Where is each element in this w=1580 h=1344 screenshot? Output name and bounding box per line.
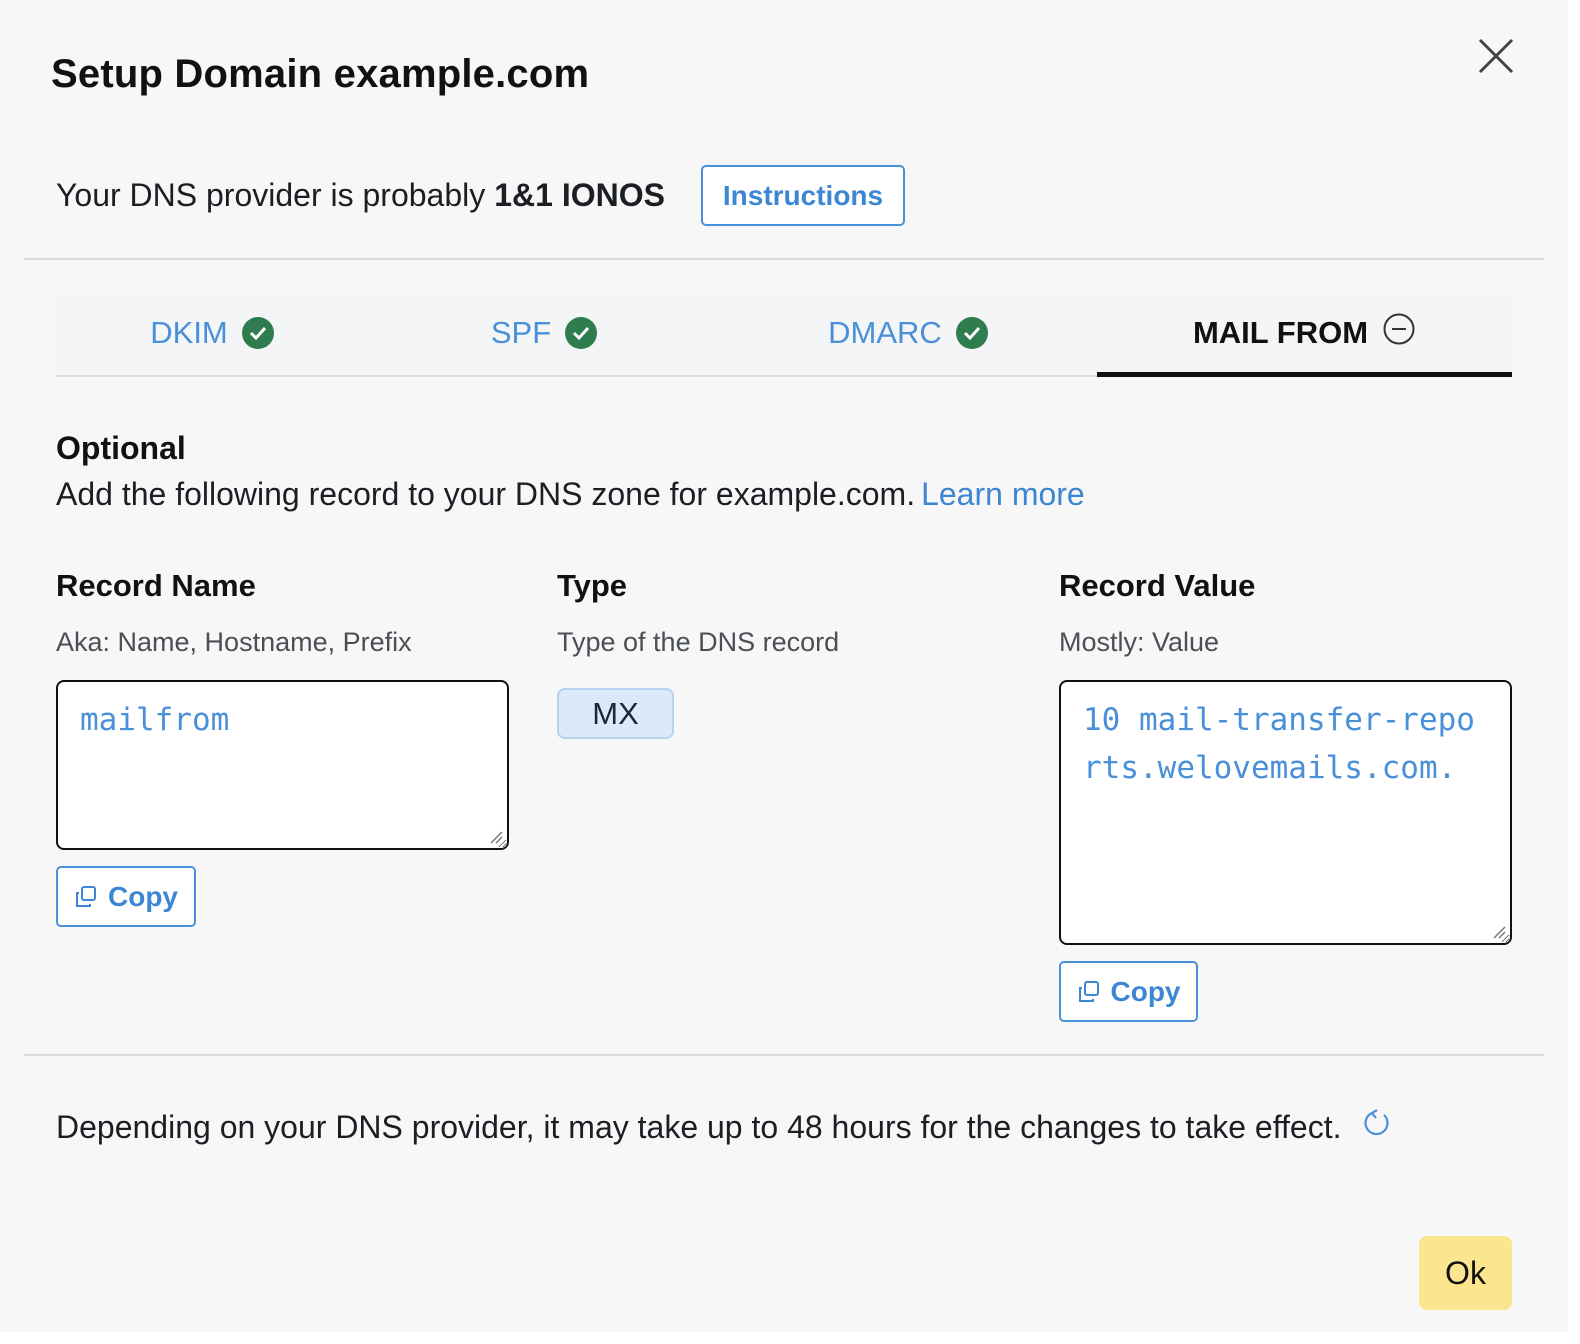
copy-record-value-button[interactable]: Copy [1059,961,1198,1022]
record-tabs: DKIM SPF DMARC MAIL FROM [56,290,1512,377]
check-circle-icon [955,316,988,349]
tab-label: DMARC [828,314,942,350]
learn-more-link[interactable]: Learn more [921,476,1085,512]
tab-label: MAIL FROM [1192,314,1369,350]
tab-mail-from[interactable]: MAIL FROM [1097,290,1512,377]
provider-prefix: Your DNS provider is probably [56,177,486,213]
section-description: Add the following record to your DNS zon… [56,476,1085,513]
record-name-value: mailfrom [80,702,230,738]
check-circle-icon [241,316,274,349]
provider-name: 1&1 IONOS [494,177,665,213]
type-subtext: Type of the DNS record [557,627,840,657]
divider [24,1054,1544,1056]
dns-provider-line: Your DNS provider is probably 1&1 IONOS [56,165,665,226]
divider [24,258,1544,260]
record-name-heading: Record Name [56,568,256,603]
copy-icon [76,885,96,907]
refresh-icon[interactable] [1362,1108,1392,1146]
minus-circle-icon [1382,312,1416,354]
tab-label: DKIM [150,314,228,350]
close-icon[interactable] [1474,34,1518,78]
type-heading: Type [557,568,628,603]
record-value-heading: Record Value [1059,568,1256,603]
copy-icon [1078,980,1099,1002]
propagation-note: Depending on your DNS provider, it may t… [56,1108,1392,1146]
tab-dkim[interactable]: DKIM [56,290,368,375]
copy-label: Copy [1110,975,1181,1007]
dialog-title: Setup Domain example.com [51,52,590,96]
resize-grip-icon[interactable] [489,830,503,844]
description-text: Add the following record to your DNS zon… [56,476,916,512]
propagation-text: Depending on your DNS provider, it may t… [56,1108,1342,1145]
record-type-badge: MX [557,688,674,739]
tab-spf[interactable]: SPF [368,290,720,375]
ok-button[interactable]: Ok [1419,1236,1512,1310]
instructions-button[interactable]: Instructions [701,165,905,226]
tab-dmarc[interactable]: DMARC [720,290,1096,375]
record-name-subtext: Aka: Name, Hostname, Prefix [56,627,412,657]
setup-domain-dialog: Setup Domain example.com Your DNS provid… [0,0,1568,1332]
section-heading: Optional [56,430,186,466]
tab-label: SPF [490,314,552,350]
copy-label: Copy [108,880,178,912]
copy-record-name-button[interactable]: Copy [56,866,196,927]
record-value-field[interactable]: 10 mail-transfer-reports.welovemails.com… [1059,680,1512,945]
record-value-text: 10 mail-transfer-reports.welovemails.com… [1083,702,1475,786]
record-value-subtext: Mostly: Value [1059,627,1220,657]
resize-grip-icon[interactable] [1492,925,1506,939]
record-name-field[interactable]: mailfrom [56,680,509,850]
check-circle-icon [565,316,598,349]
